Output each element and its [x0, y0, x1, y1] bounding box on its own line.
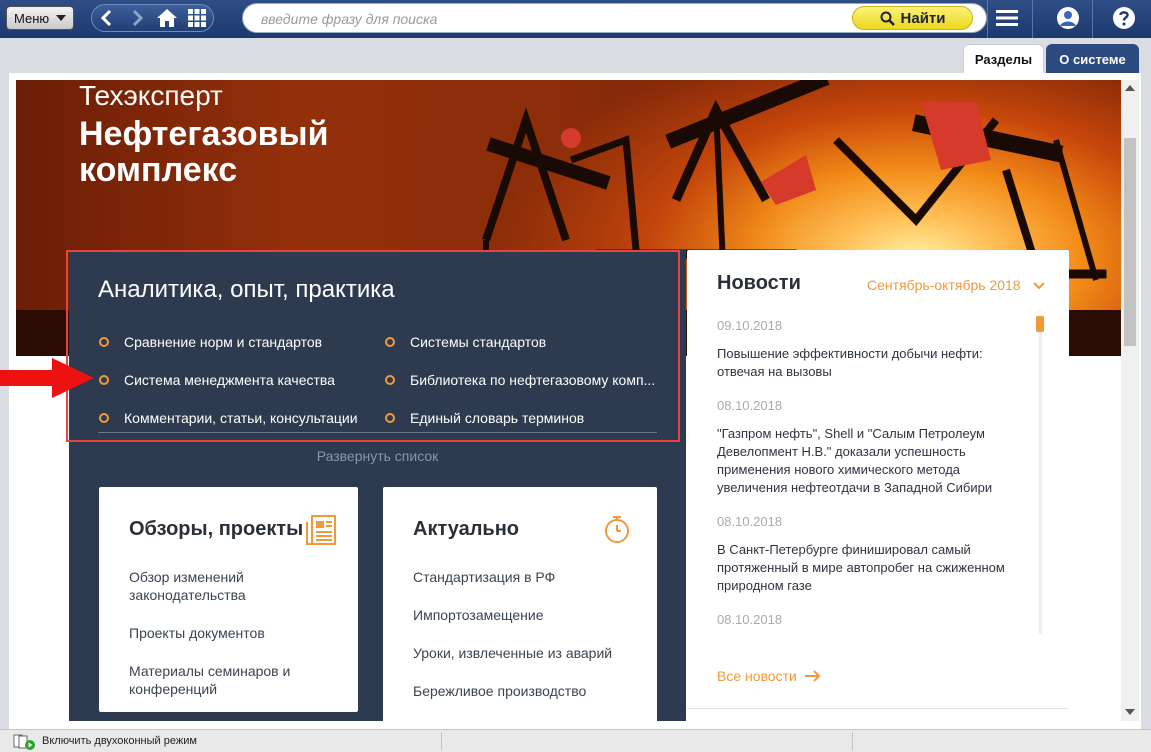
- help-icon: [1113, 7, 1135, 29]
- analytics-item-label: Библиотека по нефтегазовому комп...: [410, 372, 656, 388]
- forward-icon: [132, 9, 144, 27]
- grid-button[interactable]: [182, 5, 212, 31]
- top-toolbar: Меню Найти: [0, 0, 1151, 38]
- analytics-item-label: Система менеджмента качества: [124, 372, 335, 388]
- list-menu-icon: [996, 10, 1018, 26]
- analytics-item-label: Сравнение норм и стандартов: [124, 334, 323, 350]
- stopwatch-icon: [605, 516, 629, 543]
- analytics-item-label: Комментарии, статьи, консультации: [124, 410, 358, 426]
- dual-window-icon: [13, 734, 35, 750]
- analytics-item[interactable]: Сравнение норм и стандартов: [99, 332, 322, 352]
- news-divider: [687, 708, 1069, 709]
- tab-about[interactable]: О системе: [1046, 44, 1139, 74]
- news-item-link[interactable]: "Газпром нефть", Shell и "Салым Петролеу…: [717, 425, 1002, 497]
- actual-link[interactable]: Уроки, извлеченные из аварий: [413, 644, 612, 662]
- menu-dropdown-icon: [56, 15, 67, 21]
- status-bar: Включить двухоконный режим: [0, 729, 1151, 752]
- news-date: 09.10.2018: [717, 318, 783, 333]
- analytics-item[interactable]: Библиотека по нефтегазовому комп...: [385, 370, 655, 390]
- bullet-icon: [385, 337, 395, 347]
- back-icon: [100, 9, 112, 27]
- news-date: 08.10.2018: [717, 514, 783, 529]
- all-news-label: Все новости: [717, 668, 797, 684]
- arrow-right-icon: [804, 670, 821, 682]
- toolbar-separator: [1092, 0, 1093, 38]
- bullet-icon: [99, 375, 109, 385]
- scroll-up-icon[interactable]: [1125, 85, 1135, 91]
- document-icon: [306, 515, 336, 545]
- menu-button[interactable]: Меню: [6, 6, 74, 30]
- bullet-icon: [385, 413, 395, 423]
- analytics-item[interactable]: Единый словарь терминов: [385, 408, 584, 428]
- actual-link[interactable]: Импортозамещение: [413, 606, 544, 624]
- news-scrollbar[interactable]: [1039, 316, 1042, 634]
- find-label: Найти: [900, 9, 946, 27]
- reviews-link[interactable]: Материалы семинаров и конференций: [129, 662, 329, 698]
- analytics-item-label: Единый словарь терминов: [410, 410, 585, 426]
- page-scroll-thumb[interactable]: [1124, 138, 1136, 346]
- analytics-item-label: Системы стандартов: [410, 334, 547, 350]
- actual-link[interactable]: Бережливое производство: [413, 682, 586, 700]
- tab-sections[interactable]: Разделы: [963, 44, 1044, 74]
- analytics-item[interactable]: Комментарии, статьи, консультации: [99, 408, 358, 428]
- all-news-link[interactable]: Все новости: [717, 668, 821, 684]
- analytics-title: Аналитика, опыт, практика: [98, 276, 395, 303]
- expand-list-link[interactable]: Развернуть список: [69, 448, 686, 464]
- news-date: 08.10.2018: [717, 398, 783, 413]
- analytics-item[interactable]: Система менеджмента качества: [99, 370, 335, 390]
- bullet-icon: [99, 337, 109, 347]
- news-period-label: Сентябрь-октябрь 2018: [867, 277, 1021, 293]
- toolbar-separator: [1032, 0, 1033, 38]
- news-period-select[interactable]: Сентябрь-октябрь 2018: [867, 277, 1046, 293]
- help-button[interactable]: [1109, 4, 1139, 32]
- home-icon: [157, 9, 177, 27]
- reviews-link[interactable]: Проекты документов: [129, 624, 329, 642]
- chevron-down-icon: [1033, 282, 1046, 290]
- grid-icon: [188, 9, 206, 27]
- search-box: Найти: [242, 3, 987, 33]
- actual-title: Актуально: [413, 518, 520, 540]
- news-title: Новости: [717, 272, 801, 294]
- analytics-item[interactable]: Системы стандартов: [385, 332, 546, 352]
- news-item-link[interactable]: В Санкт-Петербурге финишировал самый про…: [717, 541, 1012, 595]
- menu-label: Меню: [14, 10, 50, 26]
- actual-link[interactable]: Стандартизация в РФ: [413, 568, 555, 586]
- search-icon: [880, 11, 895, 26]
- navigation-group: [91, 4, 214, 32]
- list-menu-button[interactable]: [992, 4, 1022, 32]
- status-separator: [441, 732, 442, 750]
- dual-mode-toggle[interactable]: Включить двухоконный режим: [42, 735, 197, 747]
- toolbar-separator: [987, 0, 988, 38]
- bullet-icon: [385, 375, 395, 385]
- news-item-link[interactable]: Повышение эффективности добычи нефти: от…: [717, 345, 1027, 381]
- back-button[interactable]: [92, 5, 122, 31]
- red-arrow-annotation: [0, 358, 94, 398]
- user-icon: [1057, 7, 1079, 29]
- reviews-link[interactable]: Обзор изменений законодательства: [129, 568, 329, 604]
- hero-brand: Техэксперт: [79, 80, 223, 111]
- page-scrollbar[interactable]: [1121, 80, 1139, 721]
- search-input[interactable]: [261, 10, 841, 28]
- news-scroll-thumb[interactable]: [1036, 316, 1044, 332]
- hero-title: Нефтегазовый комплекс: [79, 115, 329, 189]
- bullet-icon: [99, 413, 109, 423]
- find-button[interactable]: Найти: [852, 6, 973, 30]
- forward-button[interactable]: [122, 5, 152, 31]
- user-button[interactable]: [1053, 4, 1083, 32]
- analytics-divider: [98, 432, 657, 433]
- home-button[interactable]: [152, 5, 182, 31]
- reviews-title: Обзоры, проекты: [129, 518, 304, 540]
- news-date: 08.10.2018: [717, 612, 783, 627]
- status-separator: [852, 732, 853, 750]
- scroll-down-icon[interactable]: [1125, 709, 1135, 715]
